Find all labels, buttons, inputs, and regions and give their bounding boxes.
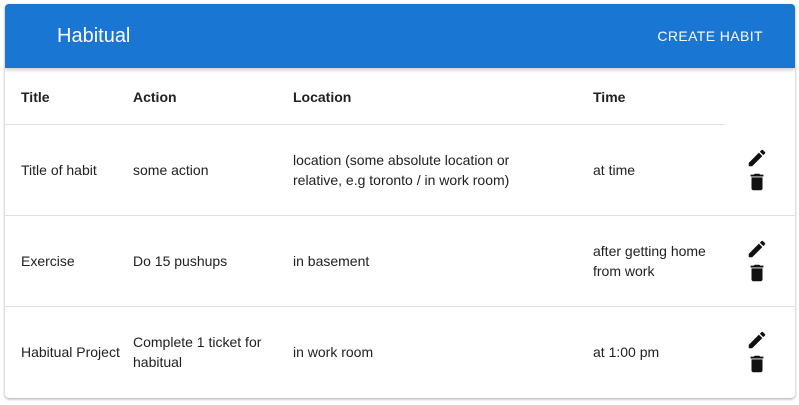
table-row: Title of habit some action location (som… <box>5 125 795 216</box>
cell-action: some action <box>133 162 209 178</box>
header-action: Action <box>133 89 177 105</box>
cell-time: at 1:00 pm <box>593 344 660 360</box>
cell-location: location (some absolute location or rela… <box>293 152 510 188</box>
cell-action: Do 15 pushups <box>133 253 228 269</box>
delete-icon[interactable] <box>745 354 769 374</box>
cell-title: Exercise <box>21 253 75 269</box>
cell-time: after getting home from work <box>593 243 706 279</box>
cell-location: in work room <box>293 344 374 360</box>
cell-title: Title of habit <box>21 162 97 178</box>
row-actions <box>741 307 773 397</box>
header-time: Time <box>593 89 626 105</box>
row-actions <box>741 216 773 306</box>
delete-icon[interactable] <box>745 172 769 192</box>
row-actions <box>741 125 773 215</box>
cell-time: at time <box>593 162 636 178</box>
delete-icon[interactable] <box>745 263 769 283</box>
habits-card: Habitual CREATE HABIT Title Action Locat… <box>5 4 795 398</box>
cell-action: Complete 1 ticket for habitual <box>133 334 262 370</box>
create-habit-button[interactable]: CREATE HABIT <box>657 22 763 50</box>
header-title: Title <box>21 89 50 105</box>
edit-icon[interactable] <box>745 239 769 259</box>
app-title: Habitual <box>57 24 131 47</box>
cell-location: in basement <box>293 253 370 269</box>
habits-table: Title Action Location Time Title of habi… <box>5 68 795 398</box>
app-bar: Habitual CREATE HABIT <box>5 4 795 68</box>
table-row: Exercise Do 15 pushups in basement after… <box>5 216 795 307</box>
table-row: Habitual Project Complete 1 ticket for h… <box>5 307 795 398</box>
edit-icon[interactable] <box>745 330 769 350</box>
cell-title: Habitual Project <box>21 344 120 360</box>
edit-icon[interactable] <box>745 148 769 168</box>
table-header: Title Action Location Time <box>5 68 795 125</box>
header-location: Location <box>293 89 352 105</box>
